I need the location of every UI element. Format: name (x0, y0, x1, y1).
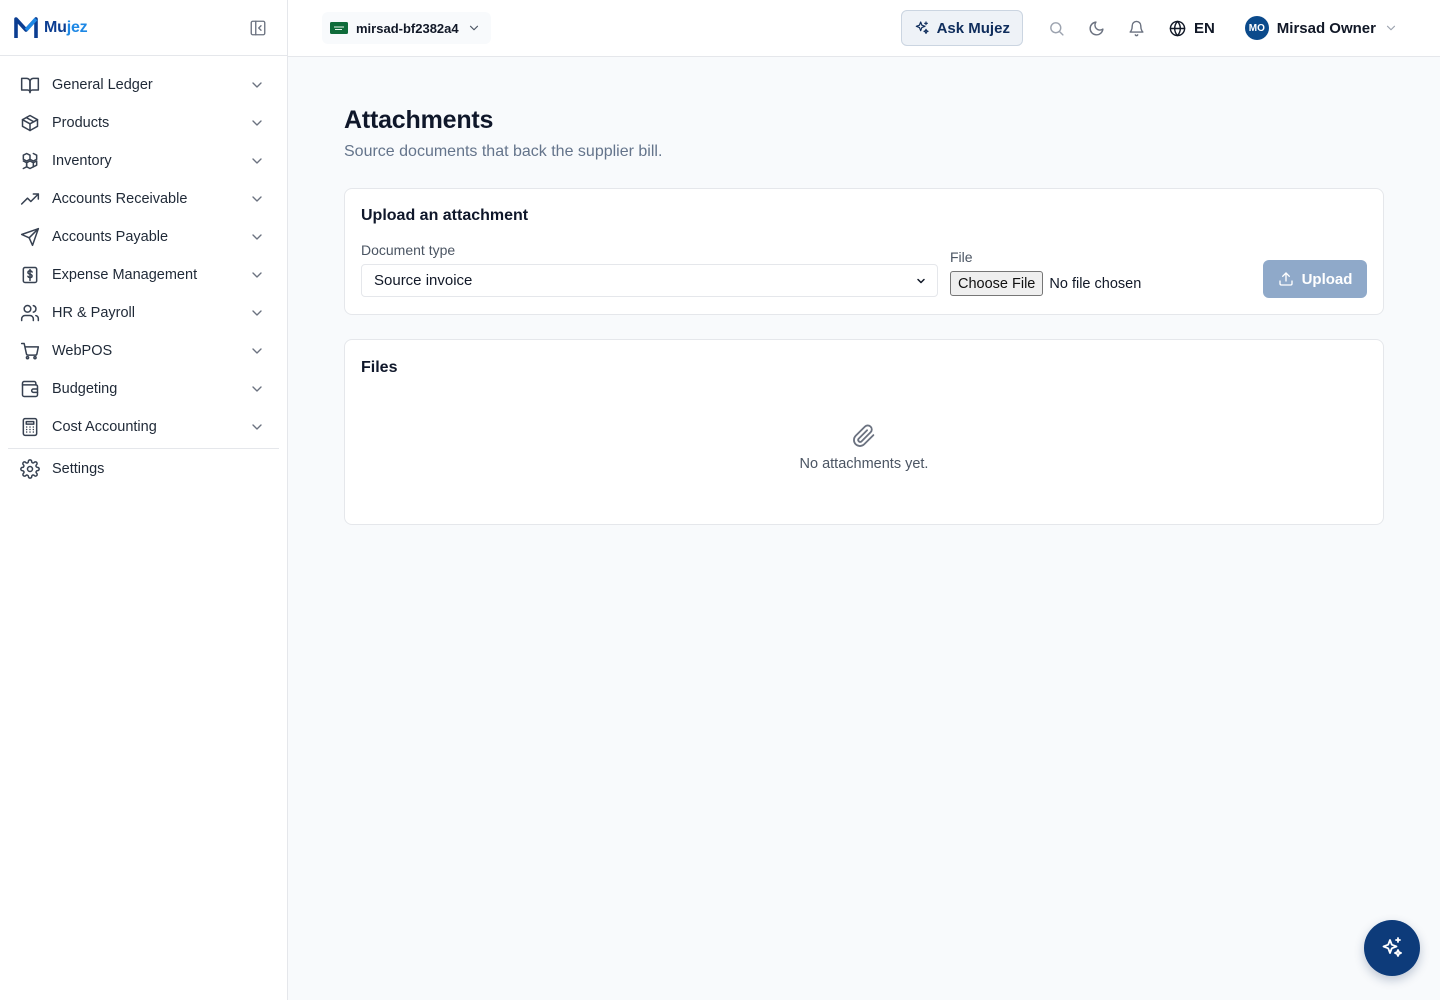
chevron-down-icon (917, 278, 925, 283)
sidebar-item-products[interactable]: Products (8, 104, 279, 142)
chevron-down-icon (252, 158, 262, 164)
files-card-title: Files (361, 359, 398, 376)
ask-mujez-label: Ask Mujez (936, 19, 1010, 37)
file-input: Choose File No file chosen (950, 271, 1141, 296)
sidebar-item-label: Accounts Payable (52, 229, 169, 245)
topbar-actions: Ask Mujez EN MO Mirsad Owner (900, 0, 1440, 57)
chevron-down-icon (252, 348, 262, 354)
users-icon (20, 304, 40, 322)
brand-logo[interactable]: Mujez (14, 16, 88, 39)
topbar: mirsad-bf2382a4 Ask Mujez EN MO Mirsad O… (288, 0, 1440, 57)
avatar: MO (1244, 16, 1269, 40)
calculator-icon (22, 417, 38, 437)
chevron-down-icon (252, 386, 262, 392)
sidebar-header: Mujez (0, 0, 287, 56)
book-open-icon (20, 77, 40, 94)
language-label: EN (1193, 19, 1215, 37)
files-card: Files No attachments yet. (344, 339, 1384, 525)
sidebar-item-inventory[interactable]: Inventory (8, 142, 279, 180)
brand-name: Mujez (44, 18, 88, 36)
sidebar-nav: General Ledger Products Inventory Accoun… (0, 56, 287, 488)
document-type-select[interactable]: Source invoice (361, 264, 938, 297)
ask-mujez-button[interactable]: Ask Mujez (900, 10, 1023, 46)
bell-icon (1129, 20, 1145, 36)
chevron-down-icon (252, 424, 262, 430)
sidebar-item-label: WebPOS (52, 343, 113, 359)
chevron-down-icon (1386, 25, 1396, 31)
chevron-down-icon (252, 234, 262, 240)
sidebar-item-general-ledger[interactable]: General Ledger (8, 66, 279, 104)
page-title: Attachments (344, 106, 494, 134)
theme-toggle-button[interactable] (1077, 10, 1117, 46)
chevron-down-icon (252, 310, 262, 316)
wallet-icon (21, 380, 39, 398)
gear-icon (20, 459, 40, 479)
document-type-label: Document type (361, 242, 456, 258)
sidebar-item-expense-management[interactable]: Expense Management (8, 256, 279, 294)
boxes-icon (22, 152, 38, 170)
package-icon (21, 114, 39, 132)
upload-card-title: Upload an attachment (361, 207, 529, 224)
chevron-down-icon (252, 272, 262, 278)
sidebar-item-label: HR & Payroll (52, 305, 135, 321)
chevron-down-icon (469, 25, 478, 31)
sidebar-divider (8, 448, 279, 449)
document-type-value: Source invoice (374, 272, 473, 289)
sidebar-item-accounts-payable[interactable]: Accounts Payable (8, 218, 279, 256)
sidebar-item-accounts-receivable[interactable]: Accounts Receivable (8, 180, 279, 218)
file-label: File (950, 249, 973, 265)
user-name: Mirsad Owner (1276, 19, 1376, 37)
globe-icon (1169, 20, 1186, 36)
chevron-down-icon (252, 196, 262, 202)
upload-icon (1278, 272, 1293, 286)
paperclip-icon (853, 424, 875, 447)
sidebar-item-label: Settings (52, 461, 105, 477)
document-type-field: Document type Source invoice (361, 242, 938, 297)
receipt-dollar-icon (22, 266, 38, 284)
sidebar-item-label: Cost Accounting (52, 419, 157, 435)
logo-icon (14, 16, 38, 38)
upload-card: Upload an attachment Document type Sourc… (344, 188, 1384, 315)
file-field: File Choose File No file chosen (950, 249, 1141, 296)
trending-up-icon (20, 193, 40, 205)
search-button[interactable] (1037, 10, 1077, 46)
sidebar-item-settings[interactable]: Settings (8, 450, 279, 488)
main-content: Attachments Source documents that back t… (344, 57, 1384, 525)
company-name: mirsad-bf2382a4 (356, 20, 459, 36)
cart-icon (20, 342, 40, 360)
chevron-down-icon (252, 82, 262, 88)
send-icon (20, 227, 40, 247)
sidebar-item-webpos[interactable]: WebPOS (8, 332, 279, 370)
sidebar-item-label: Budgeting (52, 381, 118, 397)
sidebar-item-label: Expense Management (52, 267, 198, 283)
file-status: No file chosen (1049, 275, 1142, 292)
empty-state-text: No attachments yet. (799, 456, 929, 472)
upload-button[interactable]: Upload (1263, 260, 1367, 298)
sidebar-item-label: Inventory (52, 153, 112, 169)
upload-label: Upload (1301, 270, 1353, 288)
chevron-down-icon (252, 120, 262, 126)
sidebar-collapse-icon[interactable] (249, 19, 267, 37)
notifications-button[interactable] (1117, 10, 1157, 46)
company-switcher[interactable]: mirsad-bf2382a4 (322, 12, 491, 44)
sidebar-item-hr-payroll[interactable]: HR & Payroll (8, 294, 279, 332)
ai-assistant-fab[interactable] (1364, 920, 1420, 976)
sidebar-item-label: Accounts Receivable (52, 191, 188, 207)
sparkles-icon (915, 21, 929, 34)
sidebar-item-label: Products (52, 115, 110, 131)
sidebar-item-label: General Ledger (52, 77, 153, 93)
page-subtitle: Source documents that back the supplier … (344, 143, 663, 160)
choose-file-button[interactable]: Choose File (950, 271, 1044, 296)
search-icon (1050, 21, 1065, 36)
sparkles-icon (1382, 937, 1402, 957)
sidebar: Mujez General Ledger Products Inventory … (0, 0, 288, 1000)
moon-icon (1089, 20, 1105, 35)
language-switcher[interactable]: EN (1159, 10, 1225, 46)
flag-icon (330, 22, 348, 34)
sidebar-item-cost-accounting[interactable]: Cost Accounting (8, 408, 279, 446)
user-menu[interactable]: MO Mirsad Owner (1244, 16, 1398, 40)
empty-state: No attachments yet. (345, 424, 1383, 472)
sidebar-item-budgeting[interactable]: Budgeting (8, 370, 279, 408)
